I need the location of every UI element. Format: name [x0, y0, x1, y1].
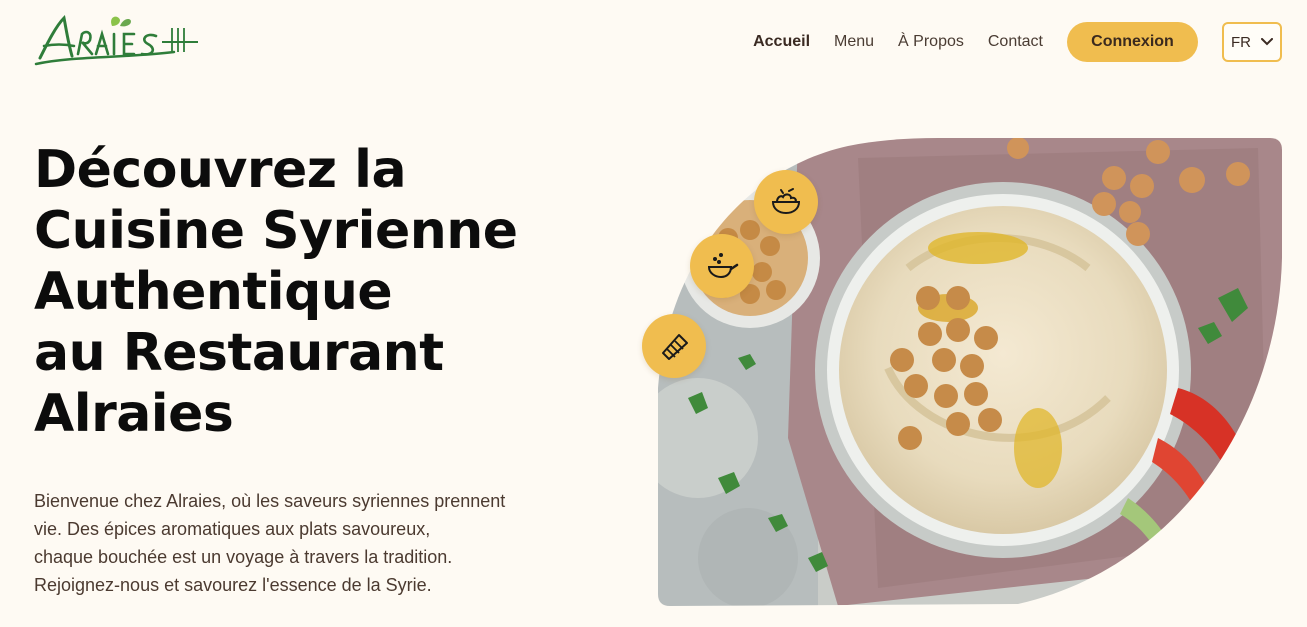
intro-line: Bienvenue chez Alraies, où les saveurs s…	[34, 491, 506, 511]
intro-line: Rejoignez-nous et savourez l'essence de …	[34, 575, 432, 595]
language-value: FR	[1231, 33, 1251, 51]
wrap-sandwich-icon	[662, 334, 688, 360]
login-button[interactable]: Connexion	[1067, 22, 1198, 62]
headline-line: Alraies	[34, 384, 234, 444]
hummus-dish-image	[658, 138, 1282, 606]
nav-link-contact[interactable]: Contact	[988, 33, 1043, 51]
nav-link-menu[interactable]: Menu	[834, 33, 874, 51]
language-select[interactable]: FR	[1222, 22, 1282, 62]
cooking-pan-icon	[707, 253, 739, 279]
nav-link-accueil[interactable]: Accueil	[753, 33, 810, 51]
headline-line: Authentique	[34, 262, 393, 322]
salad-bowl-icon	[771, 188, 801, 215]
headline-line: Cuisine Syrienne	[34, 201, 518, 261]
brand-logo[interactable]	[34, 12, 200, 70]
salad-bowl-badge	[754, 170, 818, 234]
nav-link-a-propos[interactable]: À Propos	[898, 33, 964, 51]
cooking-pan-badge	[690, 234, 754, 298]
intro-line: vie. Des épices aromatiques aux plats sa…	[34, 519, 431, 539]
hero-headline: Découvrez la Cuisine Syrienne Authentiqu…	[34, 140, 614, 445]
headline-line: au Restaurant	[34, 323, 444, 383]
hero-intro: Bienvenue chez Alraies, où les saveurs s…	[34, 487, 554, 599]
main-nav: Accueil Menu À Propos Contact Connexion …	[753, 22, 1282, 62]
headline-line: Découvrez la	[34, 140, 407, 200]
wrap-sandwich-badge	[642, 314, 706, 378]
intro-line: chaque bouchée est un voyage à travers l…	[34, 547, 453, 567]
chevron-down-icon	[1261, 38, 1273, 46]
